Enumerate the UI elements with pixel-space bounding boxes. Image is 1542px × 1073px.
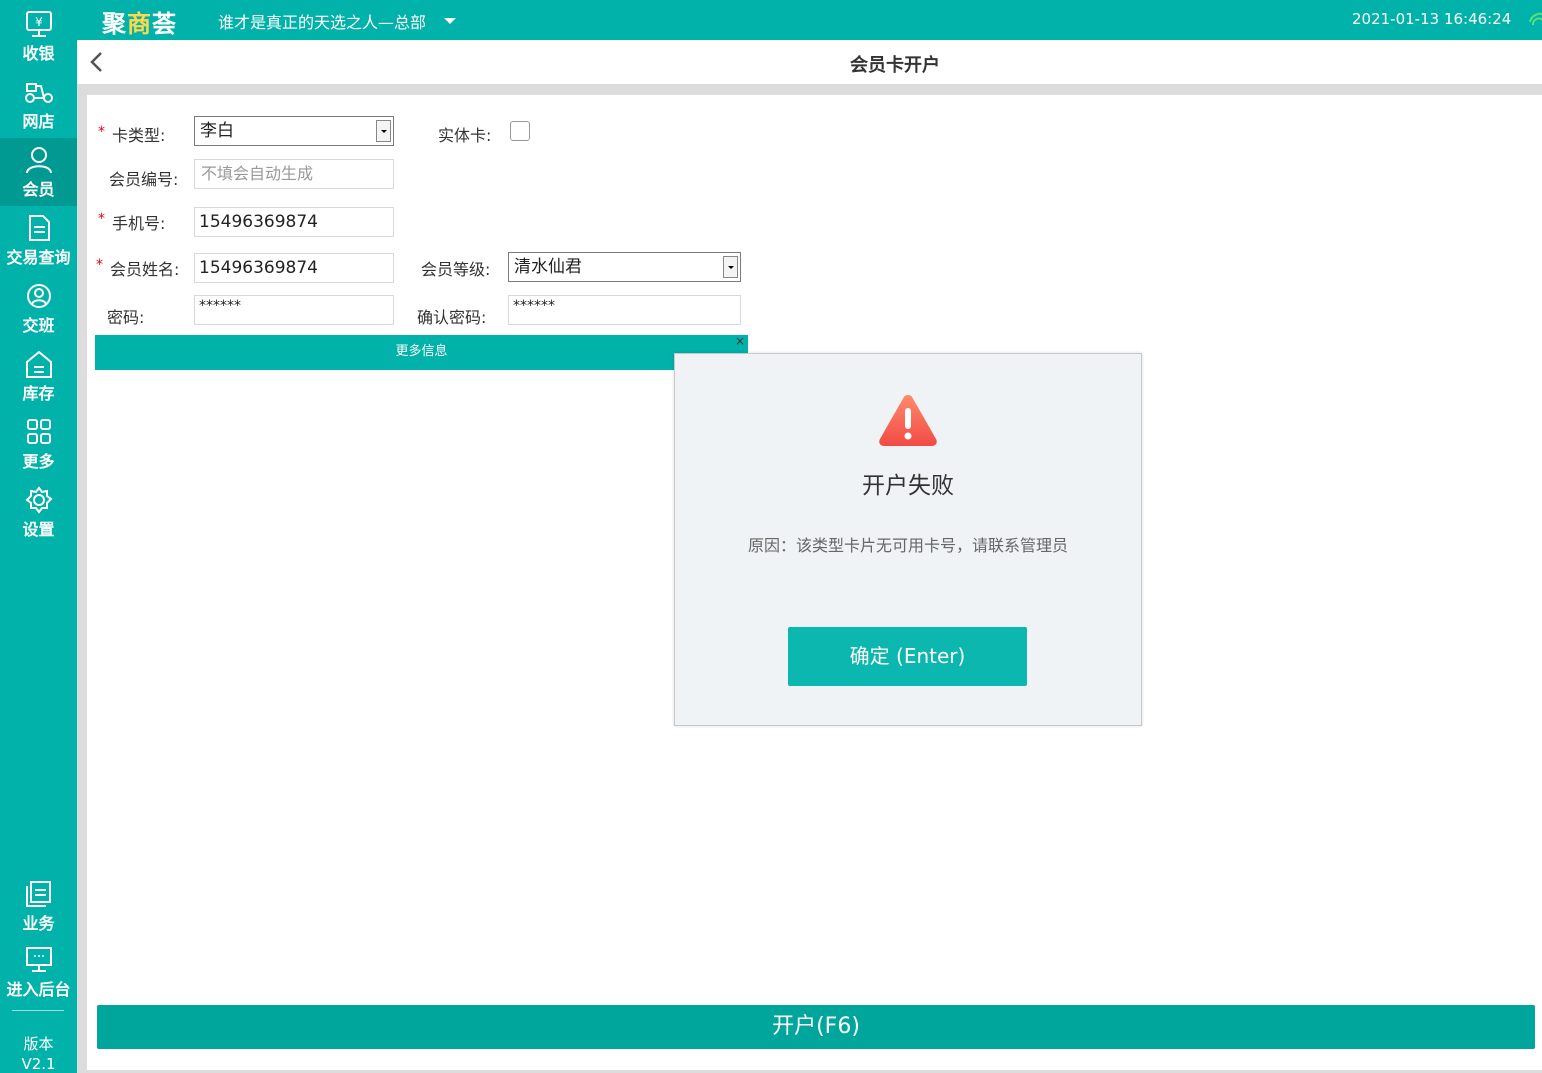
- password-input[interactable]: ******: [194, 295, 394, 325]
- member-no-label: 会员编号:: [109, 170, 179, 189]
- member-no-input[interactable]: 不填会自动生成: [194, 159, 394, 189]
- gear-icon: [24, 486, 53, 514]
- sidebar-item-transactions[interactable]: 交易查询: [0, 206, 77, 274]
- physical-card-label: 实体卡:: [438, 126, 492, 145]
- version-value: V2.1: [21, 1055, 56, 1073]
- card-type-select[interactable]: 李白: [194, 116, 394, 146]
- more-info-toggle[interactable]: 更多信息 ×: [95, 334, 748, 370]
- caret-down-icon: [444, 18, 457, 24]
- scooter-icon: [24, 83, 53, 103]
- book-icon: [25, 881, 51, 907]
- sidebar-item-cashier[interactable]: ¥ 收银: [0, 2, 77, 70]
- dialog-reason: 原因：该类型卡片无可用卡号，请联系管理员: [747, 536, 1068, 555]
- member-level-label: 会员等级:: [421, 260, 491, 279]
- monitor-icon: [25, 947, 52, 972]
- dropdown-arrow-icon: [723, 256, 738, 278]
- sidebar-item-business[interactable]: 业务: [0, 872, 77, 940]
- warehouse-icon: [25, 350, 52, 378]
- phone-label: 手机号:: [112, 214, 166, 233]
- page-header: 会员卡开户: [77, 40, 1542, 84]
- dialog-title: 开户失败: [862, 473, 954, 499]
- required-mark: *: [98, 211, 105, 227]
- password-label: 密码:: [107, 308, 145, 327]
- card-type-label: 卡类型:: [112, 126, 166, 145]
- back-arrow-icon[interactable]: [85, 50, 109, 74]
- dropdown-arrow-icon: [376, 120, 391, 142]
- member-name-label: 会员姓名:: [110, 260, 180, 279]
- open-account-button[interactable]: 开户(F6): [97, 1005, 1535, 1049]
- warning-icon: [879, 395, 937, 446]
- shift-icon: [26, 284, 51, 308]
- sidebar: ¥ 收银 网店 会员 交易查询 交班 库存 更多 设置 业务 进入后台 版本 V…: [0, 0, 77, 1073]
- sidebar-divider: [12, 1010, 64, 1011]
- confirm-password-label: 确认密码:: [417, 308, 487, 327]
- grid-icon: [26, 419, 51, 444]
- version-label: 版本: [23, 1035, 54, 1053]
- wifi-icon: [1529, 12, 1542, 26]
- card-type-value: 李白: [200, 121, 234, 141]
- current-datetime: 2021-01-13 16:46:24: [1352, 10, 1512, 28]
- cashier-icon: ¥: [25, 11, 52, 37]
- store-selector[interactable]: 谁才是真正的天选之人—总部: [218, 9, 457, 33]
- member-name-input[interactable]: 15496369874: [194, 253, 394, 283]
- sidebar-item-inventory[interactable]: 库存: [0, 342, 77, 410]
- confirm-button[interactable]: 确定 (Enter): [788, 627, 1027, 686]
- sidebar-item-shift[interactable]: 交班: [0, 274, 77, 342]
- svg-text:¥: ¥: [35, 15, 43, 29]
- sidebar-item-backend[interactable]: 进入后台: [0, 938, 77, 1006]
- confirm-password-input[interactable]: ******: [508, 295, 741, 325]
- member-level-value: 清水仙君: [514, 257, 582, 277]
- member-level-select[interactable]: 清水仙君: [508, 252, 741, 282]
- sidebar-item-member[interactable]: 会员: [0, 138, 77, 206]
- required-mark: *: [96, 257, 103, 273]
- more-info-label: 更多信息: [395, 344, 448, 359]
- app-logo: 聚商荟: [102, 10, 177, 38]
- phone-input[interactable]: 15496369874: [194, 207, 394, 237]
- store-name: 谁才是真正的天选之人—总部: [218, 13, 427, 32]
- physical-card-checkbox[interactable]: [510, 121, 530, 141]
- document-icon: [28, 215, 50, 241]
- sidebar-item-webstore[interactable]: 网店: [0, 70, 77, 138]
- error-dialog: 开户失败 原因：该类型卡片无可用卡号，请联系管理员 确定 (Enter): [674, 353, 1142, 726]
- sidebar-item-settings[interactable]: 设置: [0, 478, 77, 546]
- top-bar: 聚商荟 谁才是真正的天选之人—总部 2021-01-13 16:46:24: [0, 0, 1542, 40]
- sidebar-item-more[interactable]: 更多: [0, 410, 77, 478]
- required-mark: *: [98, 124, 105, 140]
- version-info: 版本 V2.1: [0, 1034, 77, 1073]
- page-title: 会员卡开户: [850, 55, 940, 76]
- user-icon: [25, 147, 52, 174]
